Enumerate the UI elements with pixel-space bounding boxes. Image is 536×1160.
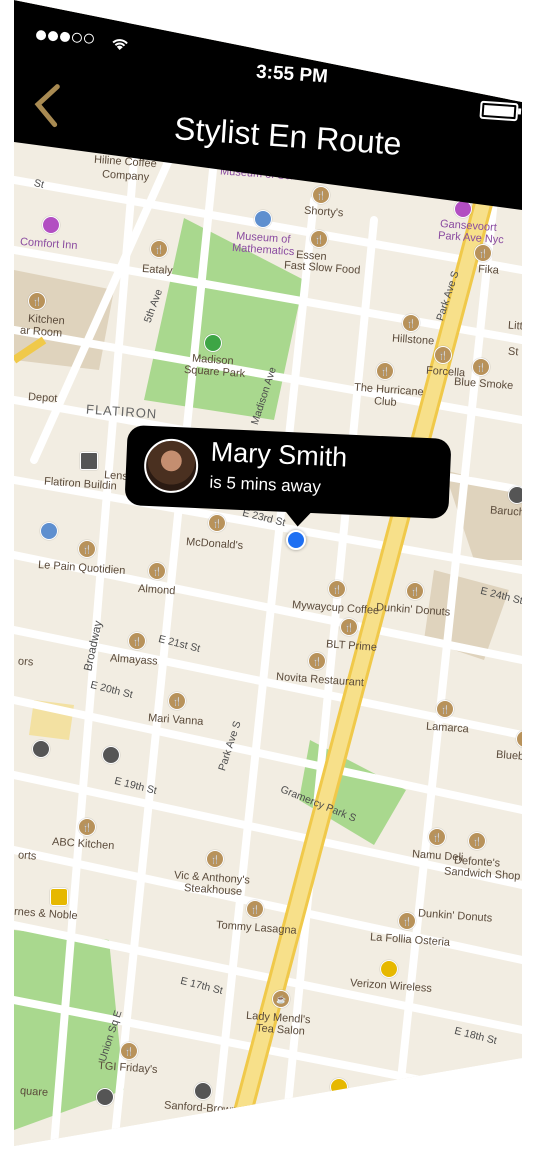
stylist-name: Mary Smith	[210, 436, 348, 473]
restaurant-icon[interactable]: 🍴	[474, 244, 492, 262]
restaurant-icon[interactable]: 🍴	[434, 346, 452, 364]
wifi-icon	[112, 39, 128, 50]
restaurant-icon[interactable]: 🍴	[120, 1042, 138, 1060]
current-location-dot	[286, 530, 306, 550]
avatar	[143, 437, 200, 495]
map-label: Litt	[507, 319, 522, 333]
landmark-icon[interactable]	[80, 452, 98, 470]
map-label: ors	[17, 655, 34, 669]
restaurant-icon[interactable]: 🍴	[78, 818, 96, 836]
restaurant-icon[interactable]: 🍴	[246, 900, 264, 918]
restaurant-icon[interactable]: 🍴	[150, 240, 168, 258]
restaurant-icon[interactable]: 🍴	[310, 230, 328, 248]
museum-icon[interactable]	[254, 210, 272, 228]
map-label: orts	[17, 849, 37, 863]
status-time: 3:55 PM	[255, 61, 329, 88]
restaurant-icon[interactable]: 🍴	[328, 580, 346, 598]
hotel-icon[interactable]	[42, 216, 60, 234]
restaurant-icon[interactable]: 🍴	[468, 832, 486, 850]
restaurant-icon[interactable]: 🍴	[148, 562, 166, 580]
restaurant-icon[interactable]: 🍴	[208, 514, 226, 532]
shopping-bag-icon[interactable]	[380, 960, 398, 978]
chevron-left-icon[interactable]	[30, 79, 63, 131]
restaurant-icon[interactable]: 🍴	[28, 292, 46, 310]
shop-icon[interactable]	[102, 746, 120, 764]
cafe-icon[interactable]: ☕	[272, 990, 290, 1008]
shopping-bag-icon[interactable]	[50, 888, 68, 906]
stylist-eta: is 5 mins away	[209, 472, 322, 497]
park-icon[interactable]	[204, 334, 222, 352]
restaurant-icon[interactable]: 🍴	[472, 358, 490, 376]
restaurant-icon[interactable]: 🍴	[398, 912, 416, 930]
stylist-callout[interactable]: Mary Smith is 5 mins away	[124, 424, 452, 520]
restaurant-icon[interactable]: 🍴	[402, 314, 420, 332]
map-label: Eataly	[141, 262, 173, 278]
phone-screen: Hiline Coffee Company Museum of Sex 🍴 Sh…	[14, 0, 522, 1146]
restaurant-icon[interactable]: 🍴	[376, 362, 394, 380]
restaurant-icon[interactable]: 🍴	[308, 652, 326, 670]
map-label: Depot	[27, 390, 58, 406]
shop-icon[interactable]	[508, 486, 522, 504]
shop-icon[interactable]	[32, 740, 50, 758]
shop-icon[interactable]	[96, 1088, 114, 1106]
map-label: Club	[373, 395, 398, 409]
map-label: St	[507, 345, 519, 359]
battery-icon	[479, 100, 519, 122]
gas-station-icon[interactable]	[40, 522, 58, 540]
restaurant-icon[interactable]: 🍴	[406, 582, 424, 600]
page-title: Stylist En Route	[173, 110, 403, 162]
map-label: Bluebe	[495, 748, 522, 764]
map-label: quare	[19, 1085, 49, 1099]
restaurant-icon[interactable]: 🍴	[312, 186, 330, 204]
shopping-bag-icon[interactable]	[330, 1078, 348, 1096]
restaurant-icon[interactable]: 🍴	[428, 828, 446, 846]
restaurant-icon[interactable]: 🍴	[340, 618, 358, 636]
signal-strength-icon	[35, 29, 97, 44]
map-label: Fika	[477, 263, 500, 277]
restaurant-icon[interactable]: 🍴	[206, 850, 224, 868]
map-label: Almond	[137, 582, 176, 598]
school-icon[interactable]	[194, 1082, 212, 1100]
restaurant-icon[interactable]: 🍴	[78, 540, 96, 558]
restaurant-icon[interactable]: 🍴	[436, 700, 454, 718]
restaurant-icon[interactable]: 🍴	[128, 632, 146, 650]
restaurant-icon[interactable]: 🍴	[168, 692, 186, 710]
